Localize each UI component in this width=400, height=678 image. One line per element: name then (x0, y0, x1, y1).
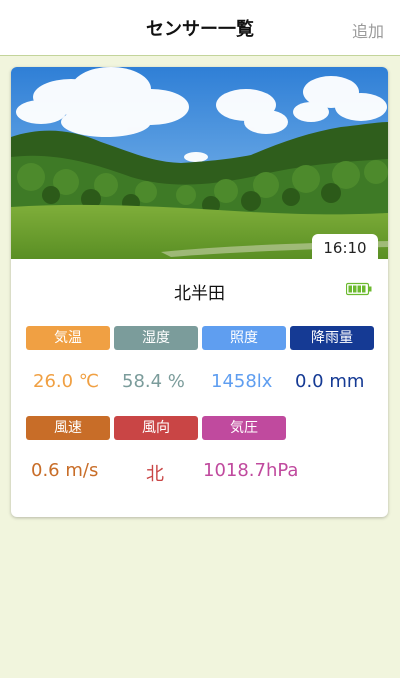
battery-full-icon (346, 282, 372, 296)
location-name: 北半田 (174, 284, 225, 304)
label-pressure: 気圧 (202, 416, 286, 440)
value-illuminance: 1458lx (211, 371, 273, 392)
page-title: センサー一覧 (146, 19, 254, 40)
add-button[interactable]: 追加 (352, 18, 384, 42)
value-temperature: 26.0 ℃ (33, 371, 100, 392)
label-wind-direction: 風向 (114, 416, 198, 440)
value-rainfall: 0.0 mm (295, 371, 365, 392)
value-pressure: 1018.7hPa (203, 460, 299, 481)
timestamp-badge: 16:10 (312, 234, 378, 261)
value-wind-direction: 北 (146, 464, 164, 485)
label-rainfall: 降雨量 (290, 326, 374, 350)
nav-bar: センサー一覧 追加 (0, 0, 400, 56)
label-humidity: 湿度 (114, 326, 198, 350)
label-illuminance: 照度 (202, 326, 286, 350)
label-wind-speed: 風速 (26, 416, 110, 440)
sensor-card[interactable]: 16:10 北半田 気温 湿度 照度 降雨量 26.0 ℃ 58.4 % 145… (11, 67, 388, 517)
value-wind-speed: 0.6 m/s (31, 460, 99, 481)
value-humidity: 58.4 % (122, 371, 185, 392)
location-photo (11, 67, 388, 259)
label-temperature: 気温 (26, 326, 110, 350)
